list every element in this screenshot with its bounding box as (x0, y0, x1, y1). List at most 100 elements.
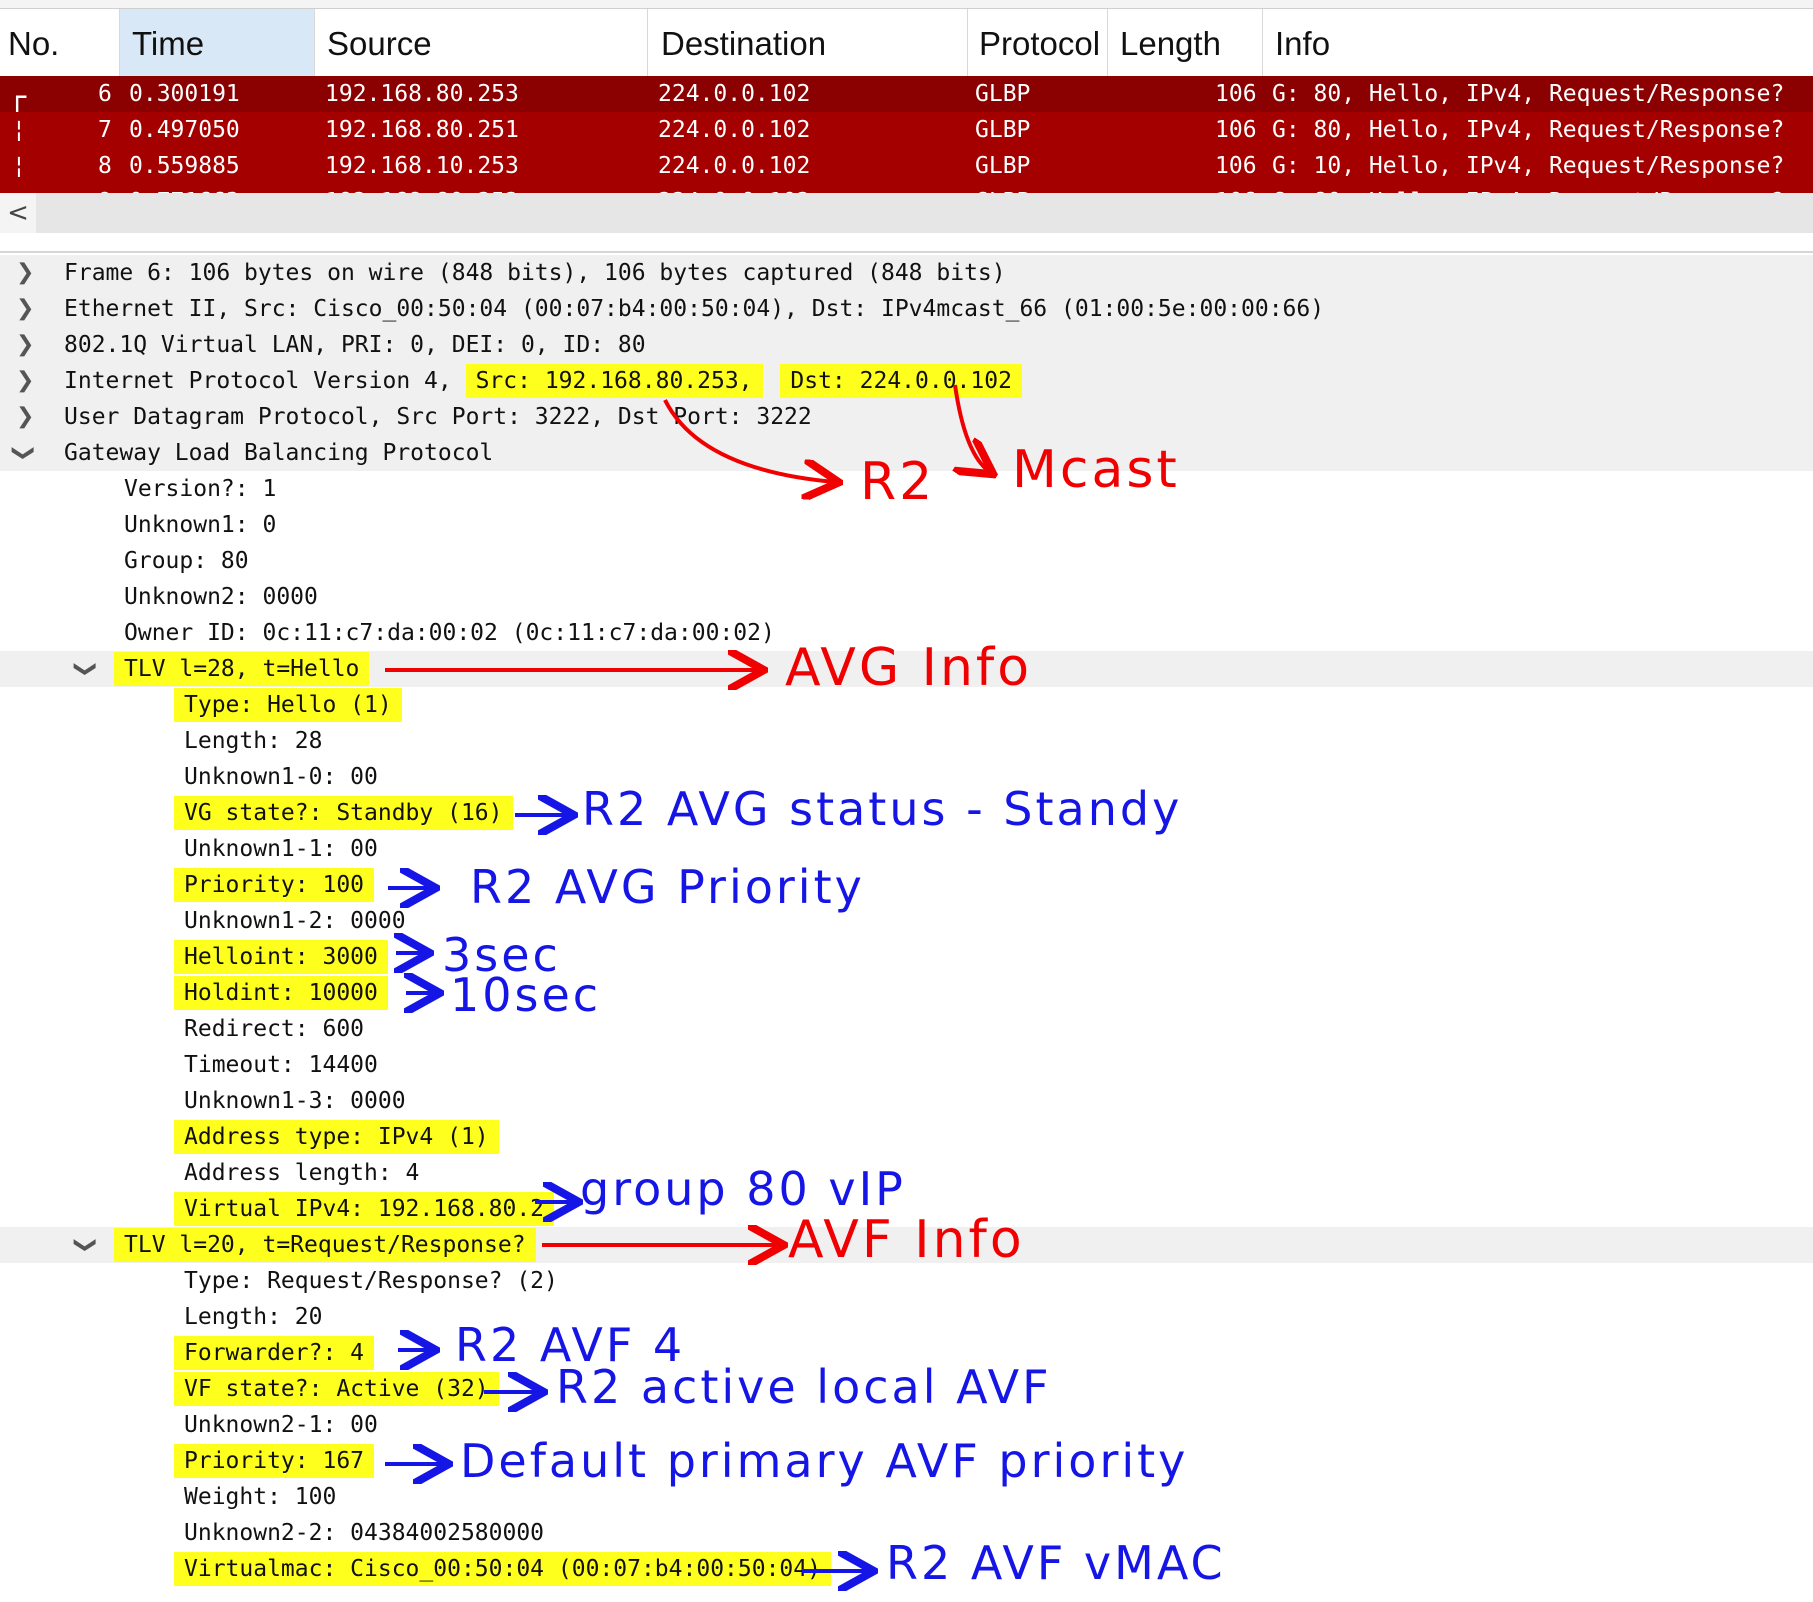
field-label: Unknown1-3: 0000 (184, 1088, 406, 1114)
field-label: Priority: 100 (174, 868, 375, 902)
chevron-right-icon[interactable]: ❯ (16, 399, 34, 435)
field-hello-length[interactable]: Length: 28 (0, 723, 1813, 759)
field-unknown2[interactable]: Unknown2: 0000 (0, 579, 1813, 615)
field-unknown1-3[interactable]: Unknown1-3: 0000 (0, 1083, 1813, 1119)
tree-item-ethernet[interactable]: ❯ Ethernet II, Src: Cisco_00:50:04 (00:0… (0, 291, 1813, 327)
field-unknown1[interactable]: Unknown1: 0 (0, 507, 1813, 543)
tree-item-label: User Datagram Protocol, Src Port: 3222, … (64, 404, 812, 430)
column-header-info[interactable]: Info (1263, 9, 1813, 76)
ip-prefix: Internet Protocol Version 4, (64, 368, 466, 394)
related-packet-line-icon: ¦ (12, 153, 26, 179)
field-label: Unknown2-1: 00 (184, 1412, 378, 1438)
field-label: Unknown1-1: 00 (184, 836, 378, 862)
annotation-active-avf: R2 active local AVF (556, 1360, 1052, 1414)
scroll-left-icon[interactable]: < (0, 193, 36, 233)
window-top-edge (0, 0, 1813, 9)
packet-source: 192.168.80.252 (325, 184, 519, 193)
chevron-down-icon[interactable]: ❯ (5, 444, 41, 462)
packet-row[interactable]: 9 0.771663 192.168.80.252 224.0.0.102 GL… (0, 184, 1813, 193)
field-label: Version?: 1 (124, 476, 277, 502)
horizontal-scrollbar[interactable]: < (0, 193, 1813, 233)
field-label: Type: Request/Response? (2) (184, 1268, 558, 1294)
field-label: Helloint: 3000 (174, 940, 388, 974)
packet-info: G: 10, Hello, IPv4, Request/Response? (1272, 153, 1785, 179)
column-header-length[interactable]: Length (1108, 9, 1263, 76)
packet-no: 6 (98, 81, 112, 107)
field-label: Virtualmac: Cisco_00:50:04 (00:07:b4:00:… (174, 1552, 831, 1586)
field-unknown1-2[interactable]: Unknown1-2: 0000 (0, 903, 1813, 939)
field-address-type[interactable]: Address type: IPv4 (1) (0, 1119, 1813, 1155)
packet-length: 106 (1215, 153, 1257, 179)
chevron-down-icon[interactable]: ❯ (67, 1236, 103, 1254)
packet-protocol: GLBP (975, 81, 1031, 107)
column-header-no[interactable]: No. (0, 9, 120, 76)
tree-item-udp[interactable]: ❯ User Datagram Protocol, Src Port: 3222… (0, 399, 1813, 435)
packet-no: 8 (98, 153, 112, 179)
packet-info: G: 80, Hello, IPv4, Request/Response? (1272, 184, 1784, 193)
column-header-protocol[interactable]: Protocol (968, 9, 1108, 76)
packet-time: 0.300191 (129, 81, 240, 107)
annotation-avf-info: AVF Info (788, 1210, 1025, 1270)
packet-destination: 224.0.0.102 (658, 117, 811, 143)
tree-item-frame[interactable]: ❯ Frame 6: 106 bytes on wire (848 bits),… (0, 255, 1813, 291)
related-packet-line-icon: ¦ (12, 117, 26, 143)
packet-length: 106 (1215, 184, 1257, 193)
field-address-length[interactable]: Address length: 4 (0, 1155, 1813, 1191)
packet-destination: 224.0.0.102 (658, 153, 811, 179)
packet-destination: 224.0.0.102 (658, 184, 810, 193)
field-label: Virtual IPv4: 192.168.80.2 (174, 1192, 555, 1226)
field-label: Address length: 4 (184, 1160, 420, 1186)
field-label: Priority: 167 (174, 1444, 375, 1478)
tree-item-label: Gateway Load Balancing Protocol (64, 440, 494, 466)
ip-src-highlight: Src: 192.168.80.253, (465, 364, 763, 398)
field-group[interactable]: Group: 80 (0, 543, 1813, 579)
chevron-down-icon[interactable]: ❯ (67, 660, 103, 678)
tree-item-label: Frame 6: 106 bytes on wire (848 bits), 1… (64, 260, 1006, 286)
tlv-reqresp-highlight: TLV l=20, t=Request/Response? (114, 1228, 536, 1262)
packet-source: 192.168.80.253 (325, 81, 519, 107)
field-label: Redirect: 600 (184, 1016, 365, 1042)
tree-item-ipv4[interactable]: ❯ Internet Protocol Version 4, Src: 192.… (0, 363, 1813, 399)
field-redirect[interactable]: Redirect: 600 (0, 1011, 1813, 1047)
packet-row[interactable]: ¦ 7 0.497050 192.168.80.251 224.0.0.102 … (0, 112, 1813, 148)
field-label: Address type: IPv4 (1) (174, 1120, 499, 1154)
tree-item-label: 802.1Q Virtual LAN, PRI: 0, DEI: 0, ID: … (64, 332, 646, 358)
packet-time: 0.497050 (129, 117, 240, 143)
packet-row[interactable]: ┌ 6 0.300191 192.168.80.253 224.0.0.102 … (0, 76, 1813, 115)
packet-info: G: 80, Hello, IPv4, Request/Response? (1272, 81, 1785, 107)
column-header-time[interactable]: Time (120, 9, 315, 76)
column-header-destination[interactable]: Destination (648, 9, 968, 76)
packet-no: 7 (98, 117, 112, 143)
field-label: Owner ID: 0c:11:c7:da:00:02 (0c:11:c7:da… (124, 620, 775, 646)
tree-item-label: Ethernet II, Src: Cisco_00:50:04 (00:07:… (64, 296, 1325, 322)
chevron-right-icon[interactable]: ❯ (16, 255, 34, 291)
annotation-avg-info: AVG Info (785, 638, 1033, 698)
field-label: Length: 28 (184, 728, 323, 754)
field-label: Unknown1-0: 00 (184, 764, 378, 790)
chevron-right-icon[interactable]: ❯ (16, 363, 34, 399)
ip-dst-highlight: Dst: 224.0.0.102 (780, 364, 1022, 398)
field-holdint[interactable]: Holdint: 10000 (0, 975, 1813, 1011)
chevron-right-icon[interactable]: ❯ (16, 327, 34, 363)
field-label: Unknown2-2: 04384002580000 (184, 1520, 545, 1546)
column-header-source[interactable]: Source (315, 9, 648, 76)
packet-no: 9 (98, 184, 112, 193)
tree-item-vlan[interactable]: ❯ 802.1Q Virtual LAN, PRI: 0, DEI: 0, ID… (0, 327, 1813, 363)
field-label: Group: 80 (124, 548, 249, 574)
annotation-group-vip: group 80 vIP (580, 1162, 906, 1216)
field-label: Unknown1: 0 (124, 512, 277, 538)
packet-source: 192.168.80.251 (325, 117, 519, 143)
packet-info: G: 80, Hello, IPv4, Request/Response? (1272, 117, 1785, 143)
packet-row[interactable]: ¦ 8 0.559885 192.168.10.253 224.0.0.102 … (0, 148, 1813, 184)
packet-source: 192.168.10.253 (325, 153, 519, 179)
field-rr-length[interactable]: Length: 20 (0, 1299, 1813, 1335)
field-helloint[interactable]: Helloint: 3000 (0, 939, 1813, 975)
chevron-right-icon[interactable]: ❯ (16, 291, 34, 327)
annotation-avg-status: R2 AVG status - Standy (582, 782, 1183, 836)
field-label: Holdint: 10000 (174, 976, 388, 1010)
packet-time: 0.559885 (129, 153, 240, 179)
field-timeout[interactable]: Timeout: 14400 (0, 1047, 1813, 1083)
pane-divider[interactable] (0, 251, 1813, 253)
field-hello-priority[interactable]: Priority: 100 (0, 867, 1813, 903)
field-unknown1-1[interactable]: Unknown1-1: 00 (0, 831, 1813, 867)
